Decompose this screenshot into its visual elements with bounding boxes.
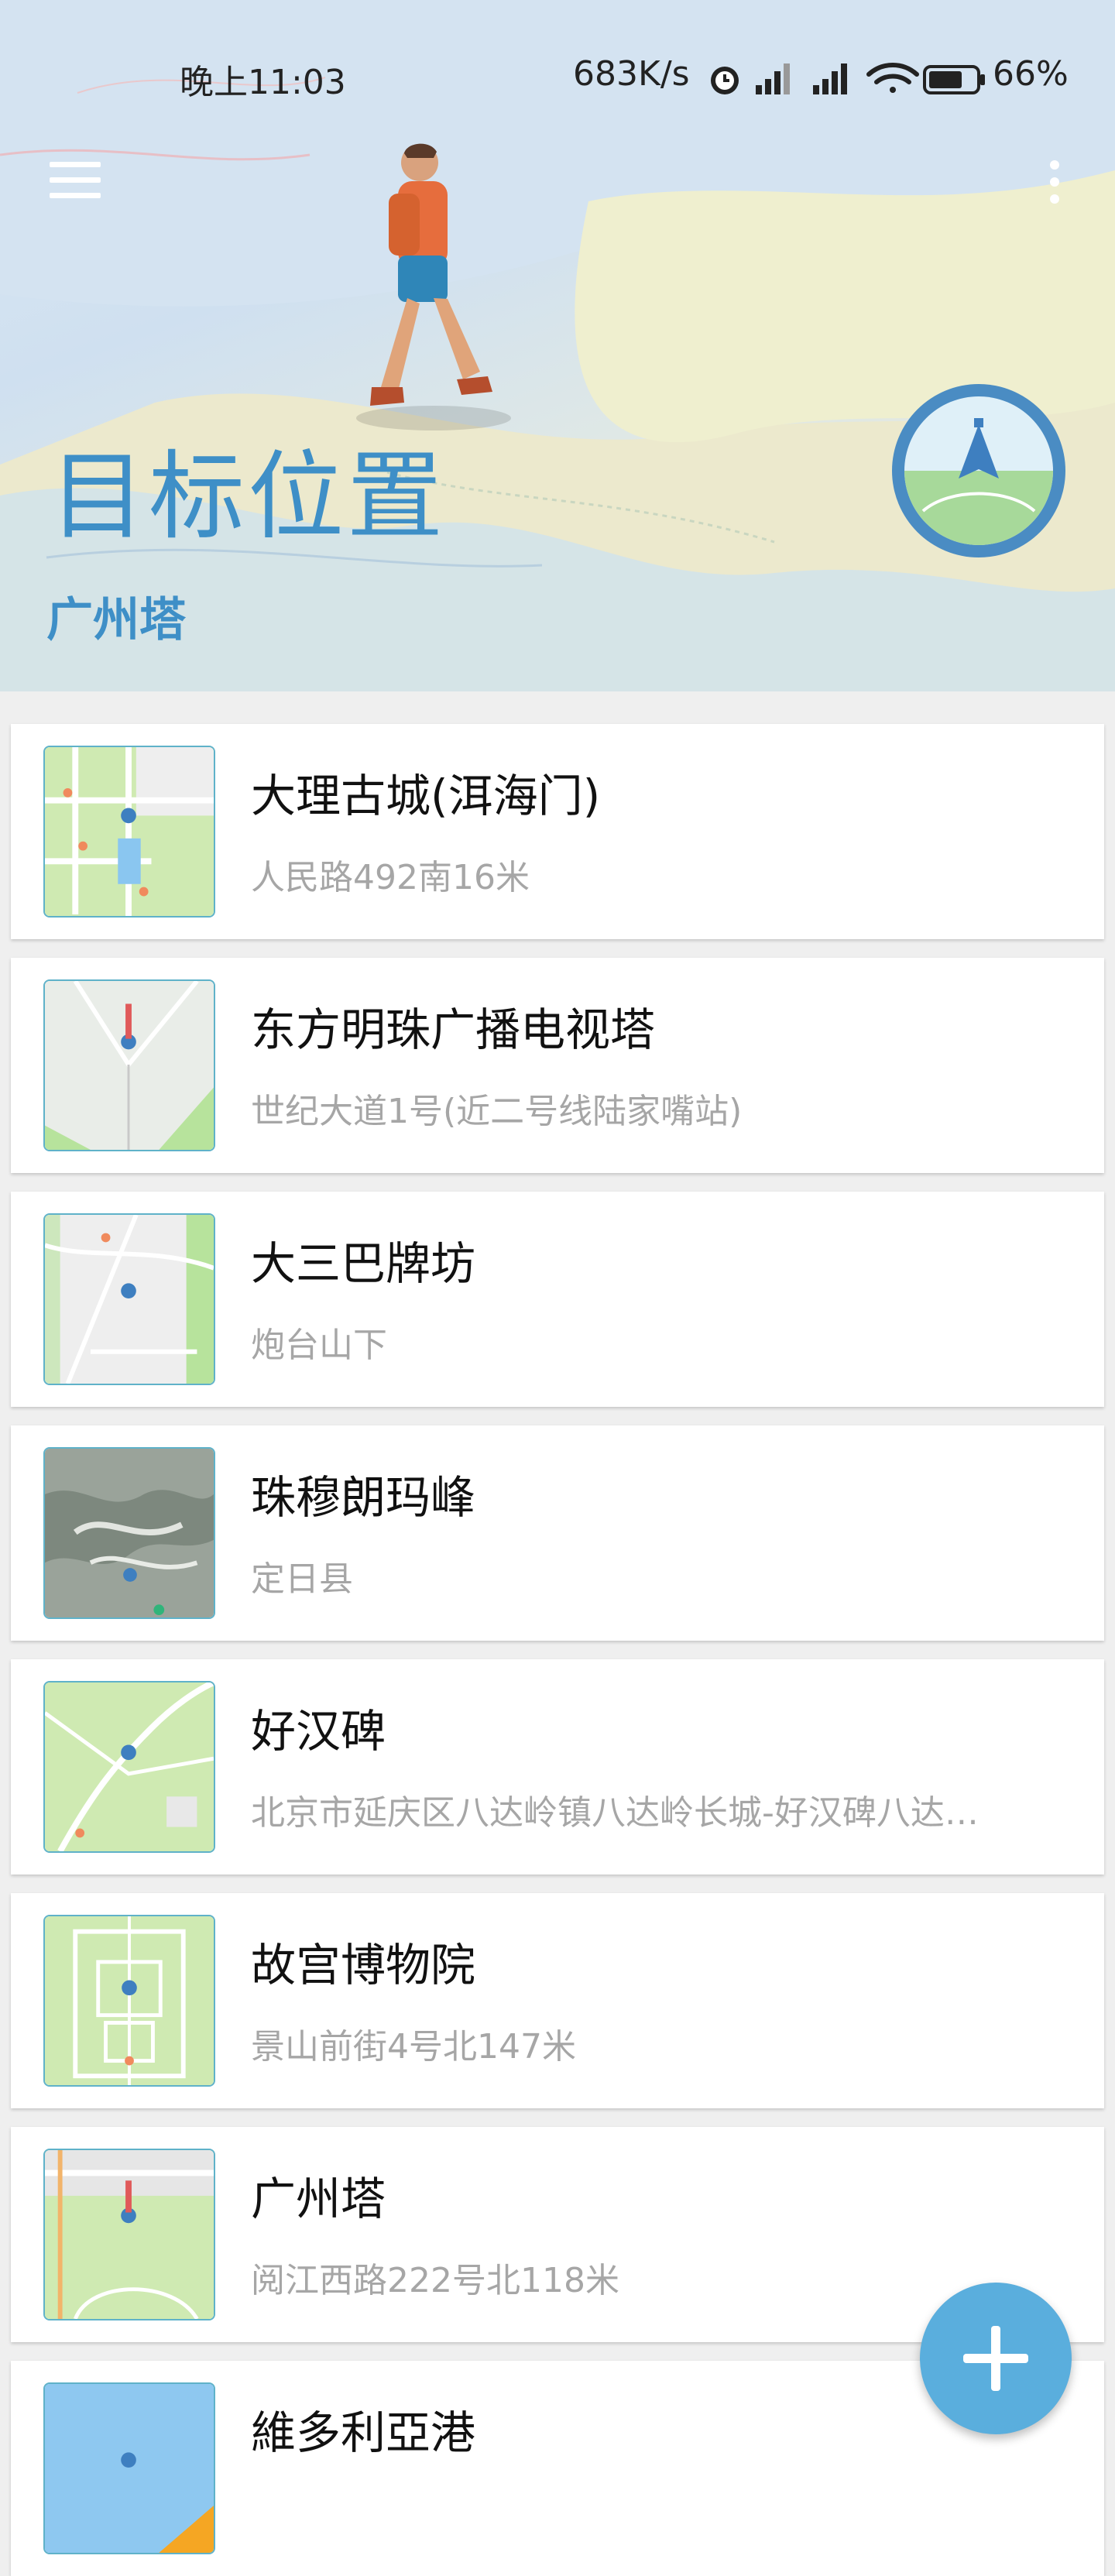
place-address: 炮台山下 (251, 1326, 387, 1365)
place-name: 东方明珠广播电视塔 (251, 1003, 656, 1056)
place-address: 景山前街4号北147米 (251, 2027, 576, 2067)
navigation-compass-icon[interactable] (887, 379, 1070, 562)
signal-icon-1 (756, 63, 790, 94)
place-name: 珠穆朗玛峰 (251, 1471, 476, 1524)
list-item[interactable]: 大理古城(洱海门) 人民路492南16米 (11, 724, 1104, 939)
place-name: 大理古城(洱海门) (251, 770, 601, 822)
list-item[interactable]: 故宫博物院 景山前街4号北147米 (11, 1893, 1104, 2108)
list-item[interactable]: 好汉碑 北京市延庆区八达岭镇八达岭长城-好汉碑八达… (11, 1659, 1104, 1875)
place-address: 北京市延庆区八达岭镇八达岭长城-好汉碑八达… (251, 1793, 979, 1833)
place-address: 世纪大道1号(近二号线陆家嘴站) (251, 1092, 743, 1131)
more-vertical-icon[interactable] (1030, 151, 1076, 213)
wifi-icon (866, 63, 919, 93)
page-title: 目标位置 (50, 441, 447, 553)
map-thumbnail (43, 2149, 215, 2320)
map-thumbnail (43, 1681, 215, 1853)
map-thumbnail (43, 1915, 215, 2087)
place-name: 故宫博物院 (251, 1939, 476, 1991)
signal-icon-2 (813, 63, 847, 94)
current-target-label: 广州塔 (46, 593, 186, 647)
list-item[interactable]: 东方明珠广播电视塔 世纪大道1号(近二号线陆家嘴站) (11, 958, 1104, 1173)
alarm-icon (711, 67, 739, 94)
place-name: 大三巴牌坊 (251, 1237, 476, 1290)
plus-icon (957, 2320, 1034, 2397)
status-bar: 晚上11:03 683K/s 66% (0, 46, 1115, 108)
list-item[interactable]: 珠穆朗玛峰 定日县 (11, 1425, 1104, 1641)
battery-percent: 66% (993, 54, 1069, 94)
map-thumbnail (43, 2382, 215, 2554)
place-name: 广州塔 (251, 2173, 386, 2225)
traveler-figure-image (356, 143, 511, 430)
header-banner: 晚上11:03 683K/s 66% 目标位置 广州塔 (0, 0, 1115, 691)
map-thumbnail (43, 979, 215, 1151)
status-time: 晚上11:03 (180, 63, 346, 102)
battery-icon (923, 65, 985, 94)
place-name: 好汉碑 (251, 1705, 386, 1758)
map-thumbnail (43, 1213, 215, 1385)
add-place-button[interactable] (920, 2283, 1072, 2434)
place-name: 維多利亞港 (251, 2406, 476, 2459)
network-speed: 683K/s (573, 54, 690, 94)
place-address: 人民路492南16米 (251, 858, 530, 897)
list-item[interactable]: 大三巴牌坊 炮台山下 (11, 1192, 1104, 1407)
status-icons (711, 63, 985, 94)
hamburger-menu-icon[interactable] (39, 151, 113, 213)
map-thumbnail (43, 1447, 215, 1619)
map-thumbnail (43, 746, 215, 918)
place-address: 定日县 (251, 1559, 353, 1599)
